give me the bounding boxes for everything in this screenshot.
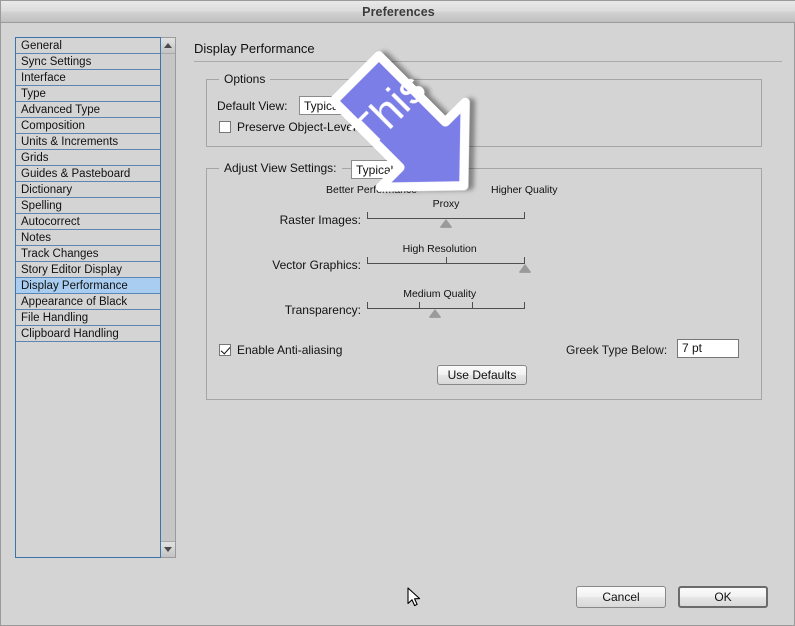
- adjust-view-settings-value: Typical: [356, 162, 394, 177]
- preserve-object-level-checkbox[interactable]: Preserve Object-Level Display Settings: [219, 120, 445, 134]
- scale-left-label: Better Performance: [326, 184, 418, 196]
- sidebar-item-clipboard-handling[interactable]: Clipboard Handling: [16, 326, 160, 342]
- window-title: Preferences: [362, 4, 435, 19]
- slider-tick: [367, 257, 368, 264]
- slider-label-transparency: Transparency:: [284, 303, 361, 317]
- preserve-object-level-label: Preserve Object-Level Display Settings: [237, 120, 446, 134]
- default-view-label: Default View:: [217, 99, 288, 113]
- sidebar-item-units-increments[interactable]: Units & Increments: [16, 134, 160, 150]
- sidebar-item-file-handling[interactable]: File Handling: [16, 310, 160, 326]
- sidebar-item-track-changes[interactable]: Track Changes: [16, 246, 160, 262]
- sidebar-item-grids[interactable]: Grids: [16, 150, 160, 166]
- triangle-down-glyph: [405, 103, 414, 108]
- adjust-view-settings-legend: Adjust View Settings:: [219, 161, 342, 175]
- category-list[interactable]: General Sync Settings Interface Type Advance…: [15, 37, 161, 558]
- slider-thumb-raster-images[interactable]: [440, 219, 452, 227]
- scroll-down-arrow-icon[interactable]: [161, 541, 175, 557]
- chevron-down-icon[interactable]: [400, 97, 418, 114]
- options-group: Options: [206, 72, 762, 147]
- cancel-button[interactable]: Cancel: [576, 586, 666, 608]
- adjust-view-settings-dropdown[interactable]: Typical: [351, 160, 468, 179]
- slider-tick: [367, 302, 368, 309]
- slider-value-vector-graphics: High Resolution: [402, 243, 477, 255]
- greek-type-below-label: Greek Type Below:: [566, 343, 668, 357]
- window-titlebar: Preferences: [1, 1, 795, 23]
- sidebar-item-composition[interactable]: Composition: [16, 118, 160, 134]
- checkbox-box[interactable]: [219, 344, 231, 356]
- sidebar-item-story-editor-display[interactable]: Story Editor Display: [16, 262, 160, 278]
- checkbox-box[interactable]: [219, 121, 231, 133]
- arrow-pointer-cursor-icon: [407, 587, 421, 607]
- mouse-cursor: [407, 587, 423, 609]
- enable-anti-aliasing-label: Enable Anti-aliasing: [237, 343, 343, 357]
- slider-tick: [524, 257, 525, 264]
- sidebar-item-display-performance[interactable]: Display Performance: [16, 278, 160, 294]
- ok-button[interactable]: OK: [678, 586, 768, 608]
- sidebar-item-autocorrect[interactable]: Autocorrect: [16, 214, 160, 230]
- slider-tick: [445, 257, 447, 264]
- slider-tick: [367, 212, 368, 219]
- sidebar-item-interface[interactable]: Interface: [16, 70, 160, 86]
- sidebar-item-notes[interactable]: Notes: [16, 230, 160, 246]
- sidebar-item-sync-settings[interactable]: Sync Settings: [16, 54, 160, 70]
- sidebar-item-type[interactable]: Type: [16, 86, 160, 102]
- slider-label-raster-images: Raster Images:: [279, 213, 361, 227]
- options-group-legend: Options: [219, 72, 271, 86]
- slider-value-raster-images: Proxy: [432, 198, 460, 210]
- slider-track-line: [367, 308, 525, 309]
- slider-tick: [524, 302, 525, 309]
- enable-anti-aliasing-checkbox[interactable]: Enable Anti-aliasing: [219, 343, 342, 357]
- sidebar-item-dictionary[interactable]: Dictionary: [16, 182, 160, 198]
- scale-right-label: Higher Quality: [491, 184, 558, 196]
- chevron-down-icon[interactable]: [449, 161, 467, 178]
- slider-track-vector-graphics[interactable]: [367, 256, 531, 272]
- category-list-scrollbar[interactable]: [161, 37, 176, 558]
- triangle-up-glyph: [164, 43, 172, 48]
- sidebar-item-appearance-of-black[interactable]: Appearance of Black: [16, 294, 160, 310]
- sidebar-item-advanced-type[interactable]: Advanced Type: [16, 102, 160, 118]
- triangle-down-glyph: [454, 167, 463, 172]
- preferences-window: Preferences General Sync Settings Interfac…: [0, 0, 795, 626]
- slider-value-transparency: Medium Quality: [403, 288, 477, 300]
- triangle-down-glyph: [164, 547, 172, 552]
- sidebar-item-guides-pasteboard[interactable]: Guides & Pasteboard: [16, 166, 160, 182]
- slider-tick: [524, 212, 525, 219]
- slider-tick: [418, 302, 420, 309]
- slider-thumb-vector-graphics[interactable]: [519, 264, 531, 272]
- sidebar-item-spelling[interactable]: Spelling: [16, 198, 160, 214]
- use-defaults-button[interactable]: Use Defaults: [437, 365, 527, 385]
- sidebar-item-general[interactable]: General: [16, 38, 160, 54]
- page-title: Display Performance: [194, 41, 315, 56]
- slider-track-raster-images[interactable]: [367, 211, 525, 227]
- slider-label-vector-graphics: Vector Graphics:: [272, 258, 361, 272]
- slider-track-transparency[interactable]: [367, 301, 525, 317]
- default-view-value: Typical: [304, 98, 342, 113]
- title-divider: [194, 61, 782, 62]
- slider-thumb-transparency[interactable]: [428, 309, 441, 317]
- slider-tick: [472, 302, 474, 309]
- greek-type-below-input[interactable]: 7 pt: [677, 339, 739, 358]
- default-view-dropdown[interactable]: Typical: [299, 96, 419, 115]
- scroll-up-arrow-icon[interactable]: [161, 38, 175, 54]
